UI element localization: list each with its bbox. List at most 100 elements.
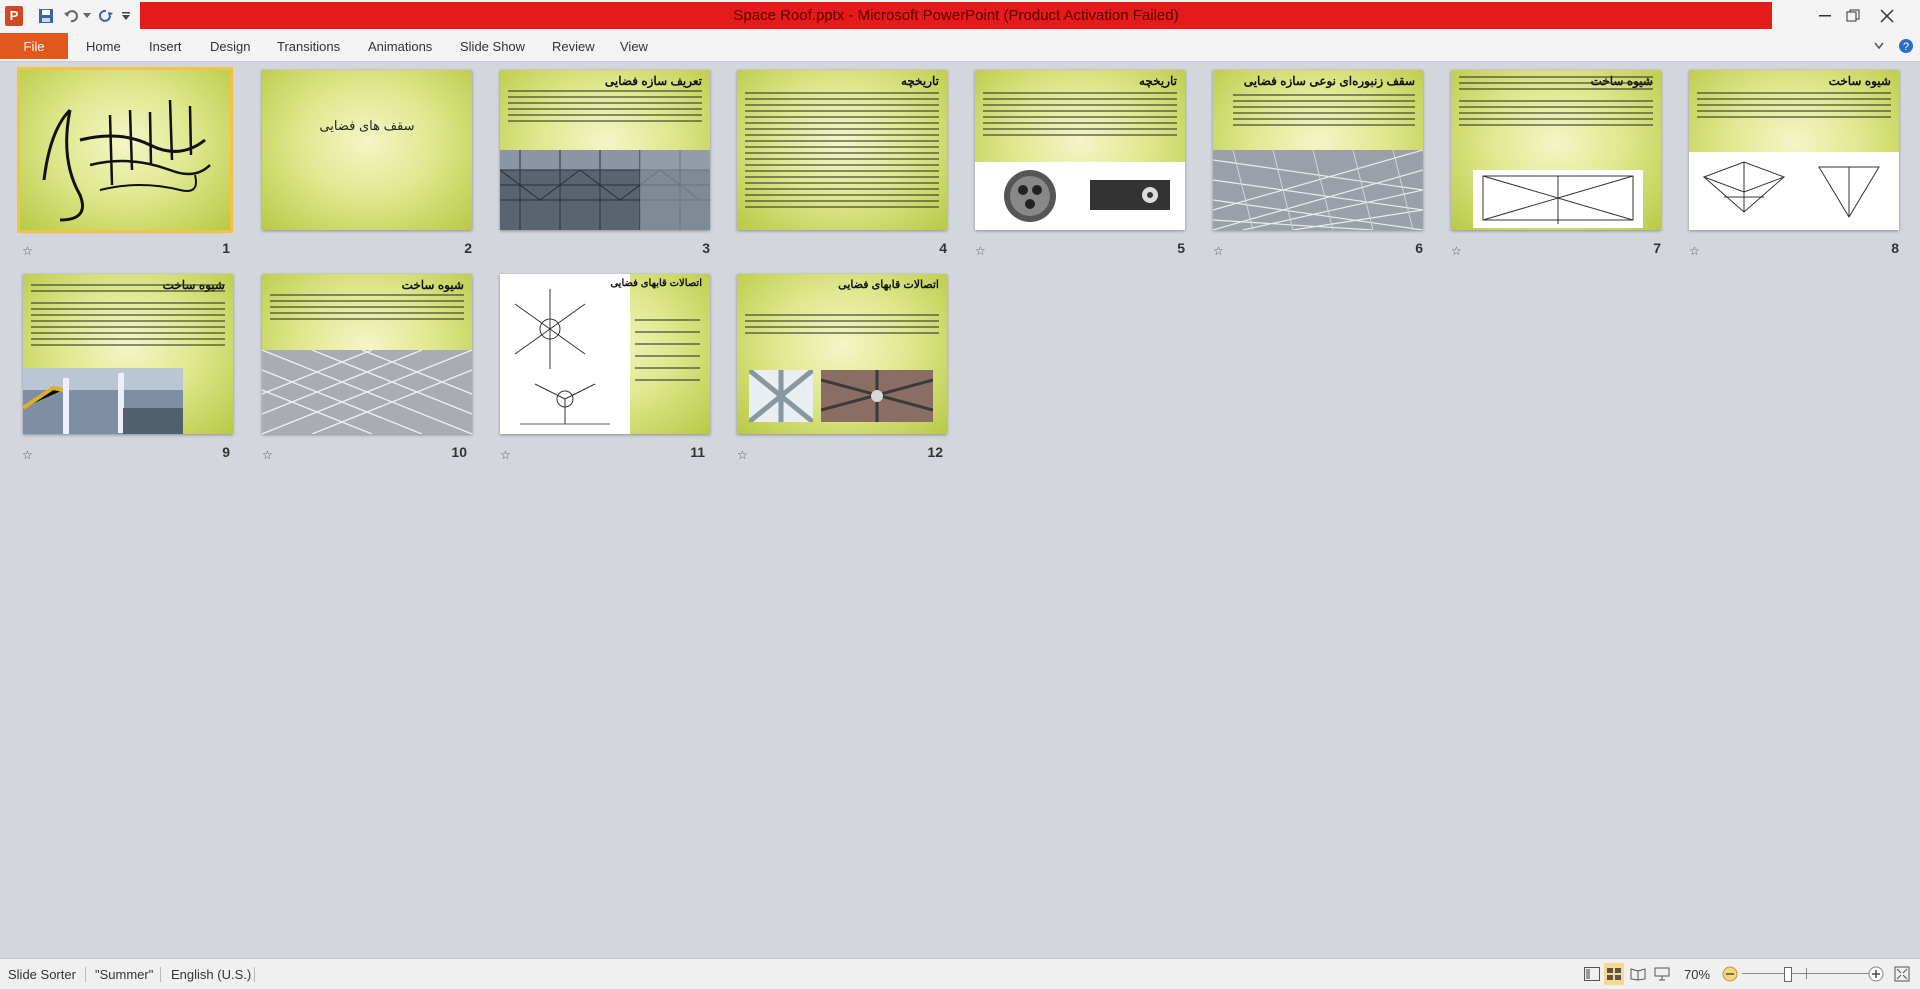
ribbon-tabs: File Home Insert Design Transitions Anim… <box>0 31 1920 62</box>
transition-star-icon: ☆ <box>22 448 33 462</box>
slide-sorter-pane[interactable]: 1 ☆ سقف های فضایی 2 تعریف سازه فضایی 3 ت… <box>0 62 1920 958</box>
joint-detail-diagram <box>500 274 630 434</box>
zoom-level[interactable]: 70% <box>1684 959 1710 989</box>
tab-review[interactable]: Review <box>552 33 595 59</box>
normal-view-icon[interactable] <box>1584 959 1600 989</box>
slide-thumbnail-9[interactable]: شیوه ساخت <box>23 274 233 434</box>
slide-number-10: 10 <box>451 444 467 460</box>
slide-body-text <box>508 90 702 126</box>
slide-title-10: شیوه ساخت <box>401 278 464 292</box>
tab-slide-show[interactable]: Slide Show <box>460 33 525 59</box>
reading-view-icon[interactable] <box>1630 959 1646 989</box>
slide-number-1: 1 <box>222 240 230 256</box>
window-title: Space Roof.pptx - Microsoft PowerPoint (… <box>733 7 1179 24</box>
slide-body-text <box>270 294 464 324</box>
space-frame-roof-photo <box>262 350 472 434</box>
slide-thumbnail-11[interactable]: اتصالات قابهای فضایی <box>500 274 710 434</box>
undo-dropdown-icon[interactable] <box>82 5 92 27</box>
slide-thumbnail-4[interactable]: تاریخچه <box>737 70 947 230</box>
slide-number-12: 12 <box>927 444 943 460</box>
construction-site-photo <box>23 368 183 434</box>
zoom-slider-thumb[interactable] <box>1784 967 1792 982</box>
slide-body-text <box>1233 94 1415 130</box>
slide-thumbnail-10[interactable]: شیوه ساخت <box>262 274 472 434</box>
slide-number-6: 6 <box>1415 240 1423 256</box>
slide-thumbnail-12[interactable]: اتصالات قابهای فضایی <box>737 274 947 434</box>
tab-transitions[interactable]: Transitions <box>277 33 340 59</box>
quick-access-toolbar: P <box>0 0 132 31</box>
joint-photo-large <box>821 370 933 422</box>
slide-number-2: 2 <box>464 240 472 256</box>
close-button[interactable] <box>1862 0 1912 31</box>
slide-title-8: شیوه ساخت <box>1828 74 1891 88</box>
bismillah-calligraphy <box>42 99 211 222</box>
tab-view[interactable]: View <box>620 33 648 59</box>
transition-star-icon: ☆ <box>1451 244 1462 258</box>
status-bar: Slide Sorter "Summer" English (U.S.) 70% <box>0 958 1920 989</box>
slide-thumbnail-6[interactable]: سقف زنبوره‌ای نوعی سازه فضایی <box>1213 70 1423 230</box>
tab-home[interactable]: Home <box>86 33 121 59</box>
slide-thumbnail-8[interactable]: شیوه ساخت <box>1689 70 1899 230</box>
zoom-in-icon[interactable] <box>1868 959 1884 989</box>
customize-toolbar-icon[interactable] <box>120 5 132 27</box>
powerpoint-icon[interactable]: P <box>3 5 25 27</box>
undo-icon[interactable] <box>60 5 82 27</box>
slide-title-5: تاریخچه <box>1138 74 1177 88</box>
slide-body-text <box>983 92 1177 140</box>
slide-thumbnail-2[interactable]: سقف های فضایی <box>262 70 472 230</box>
slide-title-12: اتصالات قابهای فضایی <box>838 279 939 291</box>
slide-body-text <box>745 92 939 212</box>
slide-thumbnail-5[interactable]: تاریخچه <box>975 70 1185 230</box>
zoom-out-icon[interactable] <box>1722 959 1738 989</box>
steel-structure-photo <box>500 150 710 230</box>
slide-title-4: تاریخچه <box>900 74 939 88</box>
transition-star-icon: ☆ <box>500 448 511 462</box>
title-bar: P Space Roof.pptx - Microsoft PowerPoint… <box>0 0 1920 31</box>
slide-title-11: اتصالات قابهای فضایی <box>610 278 702 289</box>
transition-star-icon: ☆ <box>262 448 273 462</box>
minimize-ribbon-icon[interactable] <box>1874 33 1884 59</box>
zoom-slider[interactable] <box>1742 959 1872 989</box>
slide-title-6: سقف زنبوره‌ای نوعی سازه فضایی <box>1243 74 1415 88</box>
node-connectors-photo <box>975 162 1185 230</box>
save-icon[interactable] <box>35 5 57 27</box>
status-divider <box>160 967 161 982</box>
slide-number-11: 11 <box>690 444 705 460</box>
status-divider <box>254 967 255 982</box>
slide-body-text <box>31 284 225 350</box>
slide-show-view-icon[interactable] <box>1654 959 1670 989</box>
slide-number-9: 9 <box>222 444 230 460</box>
slide-thumbnail-7[interactable]: شیوه ساخت <box>1451 70 1661 230</box>
status-divider <box>85 967 86 982</box>
slide-number-4: 4 <box>939 240 947 256</box>
joint-photo-small <box>749 370 813 422</box>
slide-number-5: 5 <box>1177 240 1185 256</box>
slide-number-3: 3 <box>702 240 710 256</box>
transition-star-icon: ☆ <box>975 244 986 258</box>
tab-file[interactable]: File <box>0 33 68 59</box>
svg-text:?: ? <box>1903 41 1909 53</box>
tab-insert[interactable]: Insert <box>149 33 182 59</box>
slide-title-2: سقف های فضایی <box>319 118 415 133</box>
slide-body-text <box>635 319 700 385</box>
tab-animations[interactable]: Animations <box>368 33 432 59</box>
transition-star-icon: ☆ <box>737 448 748 462</box>
tab-design[interactable]: Design <box>210 33 250 59</box>
transition-star-icon: ☆ <box>1213 244 1224 258</box>
honeycomb-roof-photo <box>1213 150 1423 230</box>
slide-number-7: 7 <box>1653 240 1661 256</box>
window-title-banner: Space Roof.pptx - Microsoft PowerPoint (… <box>140 2 1772 29</box>
slide-thumbnail-1[interactable] <box>17 67 233 233</box>
slide-sorter-view-icon[interactable] <box>1604 963 1624 985</box>
slide-number-8: 8 <box>1891 240 1899 256</box>
slide-title-3: تعریف سازه فضایی <box>604 74 702 88</box>
redo-icon[interactable] <box>95 5 117 27</box>
language-label[interactable]: English (U.S.) <box>171 959 251 989</box>
view-mode-label: Slide Sorter <box>8 966 76 982</box>
help-icon[interactable]: ? <box>1898 33 1914 59</box>
slide-body-text <box>745 314 939 338</box>
fit-to-window-icon[interactable] <box>1894 959 1910 989</box>
slide-thumbnail-3[interactable]: تعریف سازه فضایی <box>500 70 710 230</box>
slide-body-text <box>1459 76 1653 130</box>
slide-body-text <box>1697 92 1891 122</box>
